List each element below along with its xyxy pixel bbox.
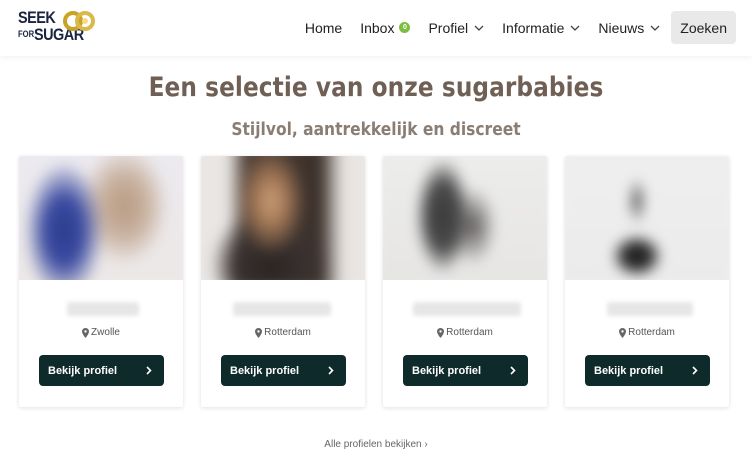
chevron-down-icon bbox=[474, 25, 484, 31]
view-profile-button[interactable]: Bekijk profiel bbox=[39, 355, 164, 386]
chevron-down-icon bbox=[650, 25, 660, 31]
profile-card: Rotterdam Bekijk profiel bbox=[565, 156, 729, 407]
profile-name-blurred bbox=[413, 302, 521, 316]
view-profile-label: Bekijk profiel bbox=[230, 364, 300, 377]
location-pin-icon bbox=[619, 327, 627, 338]
site-header: SEEK FOR SUGAR Home Inbox 0 Profiel Info… bbox=[0, 0, 752, 56]
page-subtitle: Stijlvol, aantrekkelijk en discreet bbox=[231, 119, 521, 140]
location-pin-icon bbox=[82, 327, 90, 338]
profile-location: Zwolle bbox=[19, 327, 183, 338]
chevron-right-icon bbox=[692, 366, 698, 375]
profile-name-blurred bbox=[607, 302, 693, 316]
view-profile-button[interactable]: Bekijk profiel bbox=[403, 355, 528, 386]
profile-location-text: Rotterdam bbox=[264, 327, 311, 338]
profile-location-text: Rotterdam bbox=[446, 327, 493, 338]
nav-nieuws[interactable]: Nieuws bbox=[589, 11, 669, 44]
gold-rings-logo-icon bbox=[63, 11, 95, 31]
view-profile-label: Bekijk profiel bbox=[48, 364, 118, 377]
nav-inbox[interactable]: Inbox 0 bbox=[351, 11, 419, 44]
search-button[interactable]: Zoeken bbox=[671, 11, 736, 44]
nav-profiel[interactable]: Profiel bbox=[419, 11, 493, 44]
profile-name-blurred bbox=[233, 302, 331, 316]
view-profile-button[interactable]: Bekijk profiel bbox=[585, 355, 710, 386]
view-profile-label: Bekijk profiel bbox=[412, 364, 482, 377]
all-profiles-link[interactable]: Alle profielen bekijken › bbox=[0, 439, 752, 450]
logo-text-for: FOR bbox=[18, 29, 35, 39]
profile-photo[interactable] bbox=[19, 156, 183, 280]
profile-location: Rotterdam bbox=[383, 327, 547, 338]
profile-location-text: Zwolle bbox=[91, 327, 120, 338]
nav-home-label: Home bbox=[304, 19, 343, 36]
profile-location: Rotterdam bbox=[565, 327, 729, 338]
chevron-right-icon bbox=[328, 366, 334, 375]
profile-photo[interactable] bbox=[201, 156, 365, 280]
location-pin-icon bbox=[437, 327, 445, 338]
view-profile-button[interactable]: Bekijk profiel bbox=[221, 355, 346, 386]
profile-name-blurred bbox=[67, 302, 139, 316]
nav-inbox-label: Inbox bbox=[360, 19, 395, 36]
logo[interactable]: SEEK FOR SUGAR bbox=[18, 9, 96, 49]
chevron-down-icon bbox=[570, 25, 580, 31]
chevron-right-icon bbox=[510, 366, 516, 375]
main-nav: Home Inbox 0 Profiel Informatie Nieuws Z… bbox=[296, 11, 736, 44]
profile-card: Rotterdam Bekijk profiel bbox=[383, 156, 547, 407]
profile-photo[interactable] bbox=[383, 156, 547, 280]
logo-text-seek: SEEK bbox=[18, 8, 56, 27]
inbox-count-badge: 0 bbox=[399, 22, 411, 33]
nav-profiel-label: Profiel bbox=[428, 19, 469, 36]
nav-home[interactable]: Home bbox=[296, 11, 351, 44]
profile-card: Zwolle Bekijk profiel bbox=[19, 156, 183, 407]
profile-card: Rotterdam Bekijk profiel bbox=[201, 156, 365, 407]
nav-informatie-label: Informatie bbox=[502, 19, 565, 36]
search-button-label: Zoeken bbox=[680, 19, 727, 36]
profile-location: Rotterdam bbox=[201, 327, 365, 338]
nav-informatie[interactable]: Informatie bbox=[493, 11, 589, 44]
page-title: Een selectie van onze sugarbabies bbox=[148, 72, 604, 103]
chevron-right-icon bbox=[146, 366, 152, 375]
location-pin-icon bbox=[255, 327, 263, 338]
view-profile-label: Bekijk profiel bbox=[594, 364, 664, 377]
nav-nieuws-label: Nieuws bbox=[598, 19, 645, 36]
profile-photo[interactable] bbox=[565, 156, 729, 280]
profile-location-text: Rotterdam bbox=[628, 327, 675, 338]
